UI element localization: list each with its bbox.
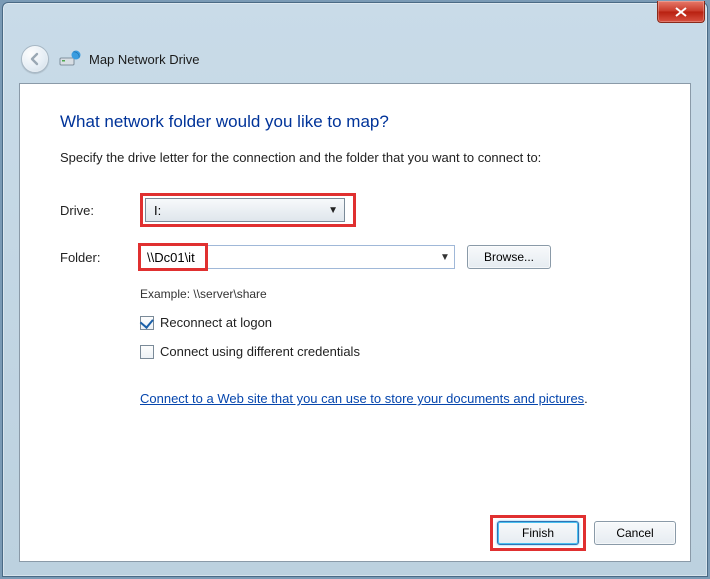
credentials-row: Connect using different credentials [140, 344, 650, 359]
back-arrow-icon [28, 52, 42, 66]
connect-website-link[interactable]: Connect to a Web site that you can use t… [140, 391, 584, 406]
window-title: Map Network Drive [89, 52, 200, 67]
titlebar-controls [657, 1, 705, 23]
close-button[interactable] [657, 1, 705, 23]
cancel-button[interactable]: Cancel [594, 521, 676, 545]
drive-row: Drive: I: ▼ [60, 193, 650, 227]
folder-row: Folder: ▼ Browse... [60, 245, 650, 269]
annotation-highlight-folder [138, 243, 208, 271]
network-drive-icon [59, 49, 81, 69]
drive-label: Drive: [60, 203, 140, 218]
chevron-down-icon[interactable]: ▼ [436, 246, 454, 268]
reconnect-row: Reconnect at logon [140, 315, 650, 330]
page-subtext: Specify the drive letter for the connect… [60, 150, 650, 165]
footer: Finish Cancel [490, 515, 676, 551]
close-icon [675, 7, 687, 17]
reconnect-label: Reconnect at logon [160, 315, 272, 330]
annotation-highlight-drive: I: ▼ [140, 193, 356, 227]
drive-value: I: [154, 203, 161, 218]
title-group: Map Network Drive [59, 49, 200, 69]
drive-select[interactable]: I: ▼ [145, 198, 345, 222]
folder-input[interactable] [141, 246, 205, 268]
credentials-label: Connect using different credentials [160, 344, 360, 359]
folder-combobox[interactable]: ▼ [140, 245, 455, 269]
folder-label: Folder: [60, 250, 140, 265]
content-panel: What network folder would you like to ma… [19, 83, 691, 562]
chevron-down-icon: ▼ [328, 205, 338, 216]
link-period: . [584, 392, 587, 406]
browse-button[interactable]: Browse... [467, 245, 551, 269]
wizard-window: Map Network Drive What network folder wo… [2, 2, 708, 577]
annotation-highlight-finish: Finish [490, 515, 586, 551]
credentials-checkbox[interactable] [140, 345, 154, 359]
example-text: Example: \\server\share [140, 287, 650, 301]
website-link-row: Connect to a Web site that you can use t… [140, 373, 650, 406]
header-bar: Map Network Drive [11, 41, 699, 77]
finish-button[interactable]: Finish [497, 521, 579, 545]
page-heading: What network folder would you like to ma… [60, 112, 650, 132]
reconnect-checkbox[interactable] [140, 316, 154, 330]
back-button[interactable] [21, 45, 49, 73]
